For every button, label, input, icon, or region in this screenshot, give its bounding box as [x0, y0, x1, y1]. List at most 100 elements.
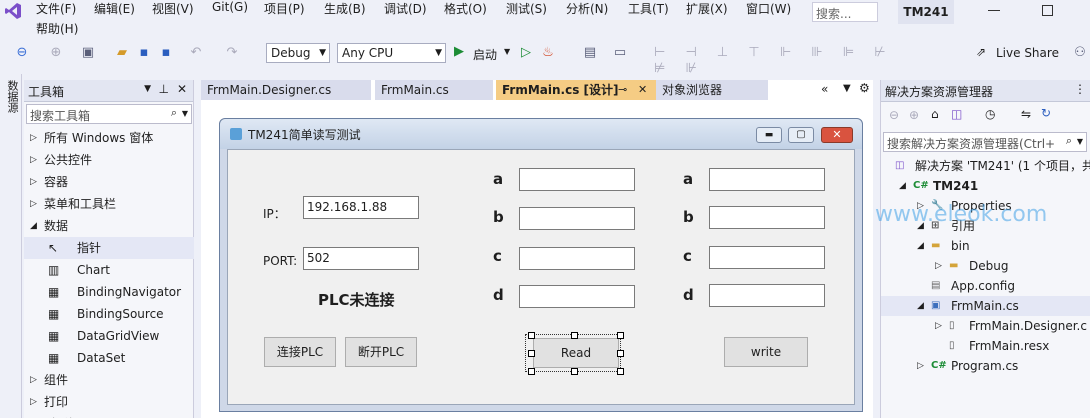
disconnect-plc-button[interactable]: 断开PLC [345, 337, 417, 367]
menu-git[interactable]: Git(G) [212, 0, 248, 14]
ip-input[interactable]: 192.168.1.88 [303, 196, 419, 219]
toolbox-item[interactable]: ▦ BindingSource [24, 303, 194, 325]
undo-icon[interactable]: ↶ [188, 45, 204, 61]
form-close-icon[interactable]: ✕ [821, 127, 853, 143]
connect-plc-button[interactable]: 连接PLC [264, 337, 336, 367]
toolbox-group[interactable]: ▷ 容器 [24, 171, 194, 193]
refresh-icon[interactable]: ↻ [1041, 106, 1051, 120]
toolbox-item[interactable]: ▦ DataSet [24, 347, 194, 369]
read-field-b[interactable] [519, 207, 635, 230]
toolbox-group[interactable]: ▷ 菜单和工具栏 [24, 193, 194, 215]
toolbox-group[interactable]: ▷ 组件 [24, 369, 194, 391]
menu-view[interactable]: 视图(V) [152, 0, 194, 17]
write-field-b[interactable] [709, 206, 825, 229]
port-input[interactable]: 502 [303, 247, 419, 270]
menu-analyze[interactable]: 分析(N) [566, 0, 608, 17]
save-icon[interactable]: ▪ [136, 45, 152, 61]
form-minimize-icon[interactable]: ▬ [756, 127, 782, 143]
menu-window[interactable]: 窗口(W) [746, 0, 791, 17]
history-icon[interactable]: ◷ [985, 107, 995, 121]
minimize-window-icon[interactable] [988, 10, 1000, 11]
start-button[interactable]: ▶ 启动 ▼ [454, 44, 514, 64]
resize-handle[interactable] [528, 350, 535, 357]
resize-handle[interactable] [571, 332, 578, 339]
menu-debug[interactable]: 调试(D) [384, 0, 427, 17]
toolbox-item[interactable]: ▦ DataGridView [24, 325, 194, 347]
read-field-c[interactable] [519, 247, 635, 270]
pin-icon[interactable]: ⊸ [618, 80, 627, 100]
switch-views-icon[interactable]: ◫ [951, 107, 962, 121]
maximize-window-icon[interactable] [1042, 5, 1053, 16]
forward-icon[interactable]: ⊕ [909, 108, 919, 122]
toolbox-menu-icon[interactable]: ▼ [144, 84, 151, 94]
toolbox-item[interactable]: ↖ 指针 [24, 237, 194, 259]
tree-item[interactable]: ◢ ▬ bin [881, 236, 1090, 256]
toolbox-group[interactable]: ◢ 数据 [24, 215, 194, 237]
tree-item[interactable]: ▷ ▯ FrmMain.Designer.c [881, 316, 1090, 336]
resize-handle[interactable] [528, 332, 535, 339]
config-select[interactable]: Debug ▼ [266, 43, 330, 63]
tree-arrow-icon[interactable]: ◢ [899, 176, 906, 196]
tab-frmmain-cs[interactable]: FrmMain.cs [375, 80, 493, 100]
tree-item[interactable]: ▤ App.config [881, 276, 1090, 296]
close-icon[interactable]: ✕ [177, 82, 187, 96]
form-maximize-icon[interactable]: ▢ [788, 127, 814, 143]
resize-handle[interactable] [617, 332, 624, 339]
toolbar-icon-a[interactable]: ▤ [582, 45, 598, 61]
tree-item[interactable]: ▷ ▬ Debug [881, 256, 1090, 276]
profile-icon[interactable]: ⚇ [1072, 45, 1088, 61]
resize-handle[interactable] [617, 350, 624, 357]
vs-logo-icon[interactable] [4, 2, 22, 20]
pin-icon[interactable]: ⊥ [159, 82, 169, 96]
write-button[interactable]: write [724, 337, 808, 367]
forward-icon[interactable]: ⊕ [48, 45, 64, 61]
menu-help[interactable]: 帮助(H) [36, 20, 78, 37]
redo-icon[interactable]: ↷ [224, 45, 240, 61]
back-icon[interactable]: ⊖ [889, 108, 899, 122]
toolbox-item[interactable]: ▥ Chart [24, 259, 194, 281]
menu-tools[interactable]: 工具(T) [628, 0, 669, 17]
tab-frmmain-design[interactable]: FrmMain.cs [设计] ⊸ ✕ [496, 80, 656, 100]
hot-reload-icon[interactable]: ♨ [540, 45, 556, 61]
back-icon[interactable]: ⊖ [14, 45, 30, 61]
write-field-c[interactable] [709, 246, 825, 269]
search-box[interactable]: 搜索... [812, 2, 878, 22]
resize-handle[interactable] [571, 368, 578, 375]
tree-item[interactable]: ▷ C# Program.cs [881, 356, 1090, 376]
tree-arrow-icon[interactable]: ▷ [917, 356, 924, 376]
menu-format[interactable]: 格式(O) [444, 0, 487, 17]
tree-arrow-icon[interactable]: ▷ [935, 256, 942, 276]
data-sources-strip[interactable]: 数据源 [0, 74, 22, 418]
menu-file[interactable]: 文件(F) [36, 0, 76, 17]
menu-edit[interactable]: 编辑(E) [94, 0, 135, 17]
menu-build[interactable]: 生成(B) [324, 0, 366, 17]
home-icon[interactable]: ⌂ [931, 107, 939, 121]
toolbox-group[interactable]: ▷ 所有 Windows 窗体 [24, 127, 194, 149]
tree-item[interactable]: ▯ FrmMain.resx [881, 336, 1090, 356]
read-button[interactable]: Read [533, 338, 619, 368]
write-field-d[interactable] [709, 284, 825, 307]
tab-object-browser[interactable]: 对象浏览器 [656, 80, 768, 100]
toolbox-item[interactable]: ▦ BindingNavigator [24, 281, 194, 303]
live-share-button[interactable]: ⇗ Live Share [976, 45, 1066, 63]
gear-icon[interactable]: ⚙ [859, 81, 870, 95]
read-field-d[interactable] [519, 285, 635, 308]
write-field-a[interactable] [709, 168, 825, 191]
tree-arrow-icon[interactable]: ▷ [935, 316, 942, 336]
sync-icon[interactable]: ⇋ [1021, 107, 1031, 121]
menu-extensions[interactable]: 扩展(X) [686, 0, 728, 17]
tree-arrow-icon[interactable]: ◢ [917, 236, 924, 256]
read-field-a[interactable] [519, 168, 635, 191]
toolbox-search[interactable]: 搜索工具箱 ⌕ ▼ [26, 104, 192, 124]
toolbox-group[interactable]: ▷ 对话框 [24, 413, 194, 418]
tab-designer-cs[interactable]: FrmMain.Designer.cs [201, 80, 371, 100]
tab-dropdown-icon[interactable]: ▼ [843, 83, 851, 94]
menu-project[interactable]: 项目(P) [264, 0, 305, 17]
save-all-icon[interactable]: ▪ [158, 45, 174, 61]
solution-search[interactable]: 搜索解决方案资源管理器(Ctrl+ ⌕ ▼ [883, 132, 1087, 152]
resize-handle[interactable] [617, 368, 624, 375]
tab-overflow-icon[interactable]: « [821, 82, 828, 96]
tree-item[interactable]: ◢ C# TM241 [881, 176, 1090, 196]
designer-form[interactable]: TM241简单读写测试 ▬ ▢ ✕ IP： 192.168.1.88 PORT:… [219, 118, 863, 412]
new-item-icon[interactable]: ▣ [80, 45, 96, 61]
